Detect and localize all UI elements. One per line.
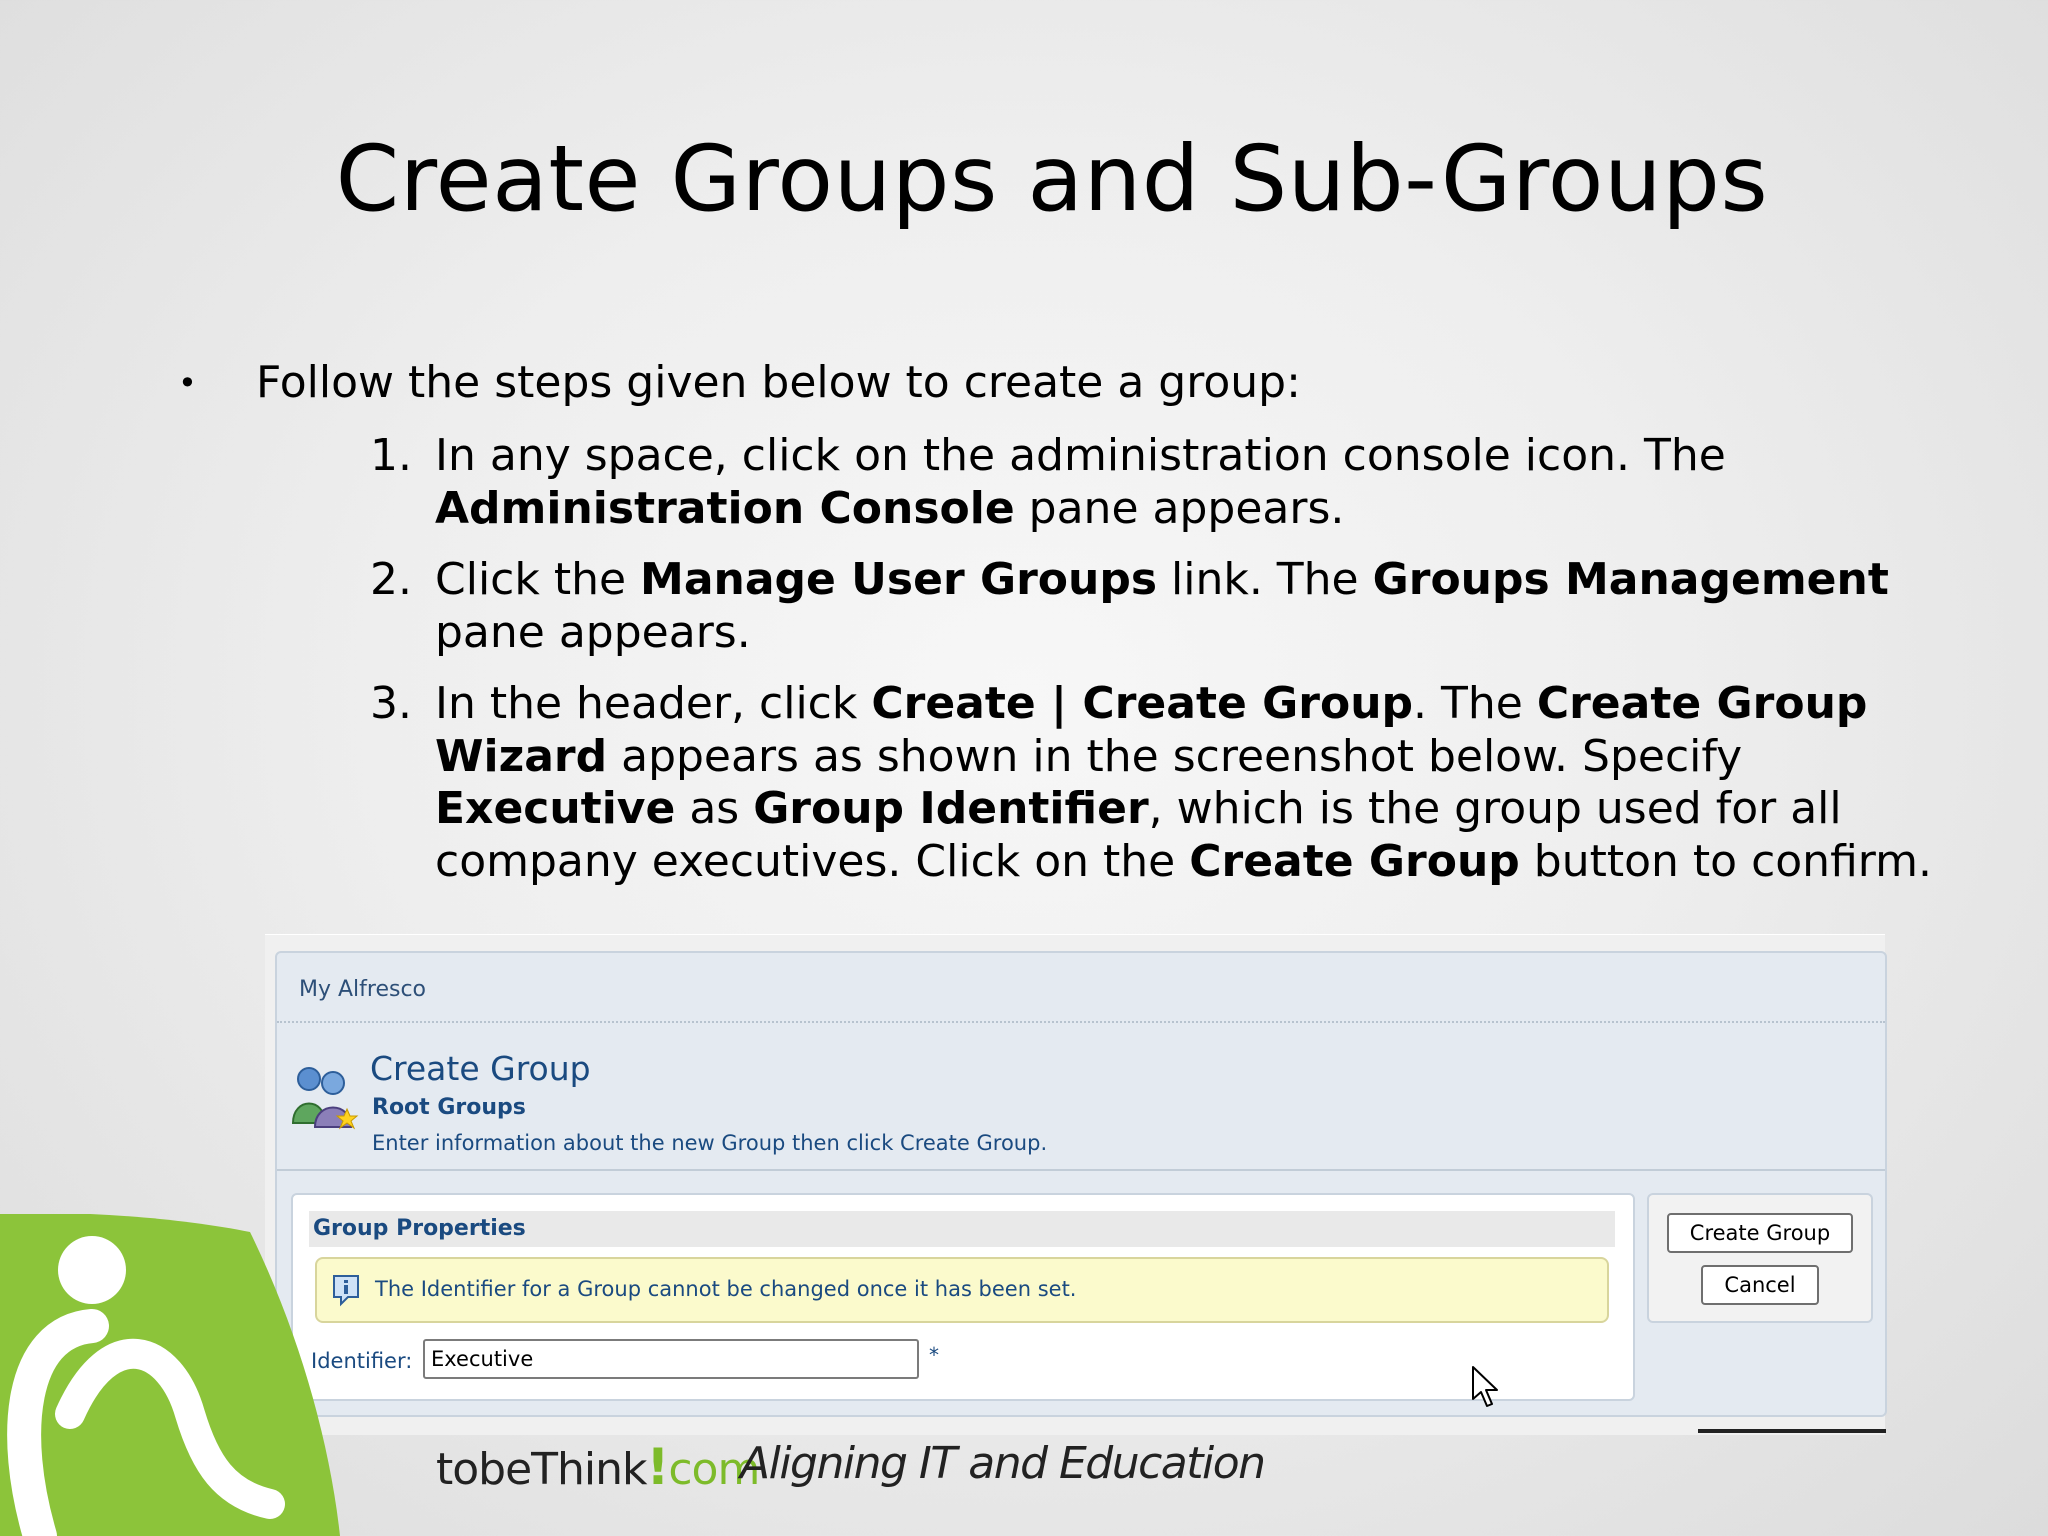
intro-text: Follow the steps given below to create a… <box>256 357 1301 408</box>
step-emphasis: Groups Management <box>1372 554 1889 605</box>
step-emphasis: Administration Console <box>435 482 1015 534</box>
step-number: 2. <box>370 554 412 605</box>
footer-brand: tobeThink!com <box>436 1438 760 1496</box>
info-message-box: The Identifier for a Group cannot be cha… <box>315 1257 1609 1323</box>
step-text: as <box>675 783 754 834</box>
tobethink-logo-mark <box>0 1214 340 1536</box>
required-marker: * <box>929 1343 939 1367</box>
breadcrumb: My Alfresco <box>277 953 1885 1023</box>
step-emphasis: Group Identifier <box>753 783 1149 834</box>
step-text: link. The <box>1157 554 1373 605</box>
step-1: 1. In any space, click on the administra… <box>370 430 1950 535</box>
step-emphasis: Manage User Groups <box>640 554 1158 605</box>
step-number: 3. <box>370 678 412 729</box>
create-group-screenshot: My Alfresco Create Group Root Groups Ent… <box>265 934 1887 1435</box>
step-emphasis: Executive <box>435 783 676 834</box>
step-text: In the header, click <box>435 678 872 729</box>
steps-list: 1. In any space, click on the administra… <box>370 430 1950 907</box>
slide-title: Create Groups and Sub-Groups <box>335 127 1769 232</box>
cancel-button[interactable]: Cancel <box>1701 1265 1819 1305</box>
slide: Create Groups and Sub-Groups • Follow th… <box>0 0 2048 1536</box>
wizard-subtitle: Root Groups <box>372 1095 526 1120</box>
wizard-header: Create Group Root Groups Enter informati… <box>277 1023 1885 1171</box>
wizard-frame: My Alfresco Create Group Root Groups Ent… <box>275 951 1887 1417</box>
brand-bang: ! <box>646 1438 670 1496</box>
mouse-cursor-icon <box>1472 1366 1498 1407</box>
step-text: appears as shown in the screenshot below… <box>607 730 1743 782</box>
wizard-description: Enter information about the new Group th… <box>372 1131 1048 1155</box>
group-add-icon <box>291 1067 359 1130</box>
breadcrumb-my-alfresco[interactable]: My Alfresco <box>299 977 426 1002</box>
step-number: 1. <box>370 430 412 481</box>
step-3: 3. In the header, click Create | Create … <box>370 678 1950 888</box>
create-group-button[interactable]: Create Group <box>1667 1213 1853 1253</box>
action-buttons-panel: Create Group Cancel <box>1647 1193 1873 1323</box>
identifier-input[interactable] <box>423 1339 919 1379</box>
step-text: In any space, click on the administratio… <box>435 430 1726 481</box>
step-emphasis: Create | Create Group <box>871 678 1414 729</box>
footer-tagline: Aligning IT and Education <box>740 1438 1266 1489</box>
step-text: button to confirm. <box>1519 835 1932 887</box>
step-text: . The <box>1413 678 1537 729</box>
step-2: 2. Click the Manage User Groups link. Th… <box>370 554 1950 659</box>
group-properties-panel: Group Properties The Identifier for a Gr… <box>291 1193 1635 1401</box>
section-title: Group Properties <box>309 1211 1615 1247</box>
step-emphasis: Create Group <box>1189 835 1520 887</box>
step-text: pane appears. <box>1014 482 1345 534</box>
bullet-dot: • <box>178 364 197 402</box>
screenshot-edge-bar <box>1698 1429 1886 1433</box>
wizard-title: Create Group <box>370 1049 591 1088</box>
step-text: Click the <box>435 554 641 605</box>
brand-name: tobeThink <box>436 1444 648 1495</box>
info-message: The Identifier for a Group cannot be cha… <box>375 1277 1077 1301</box>
step-text: pane appears. <box>435 606 751 658</box>
